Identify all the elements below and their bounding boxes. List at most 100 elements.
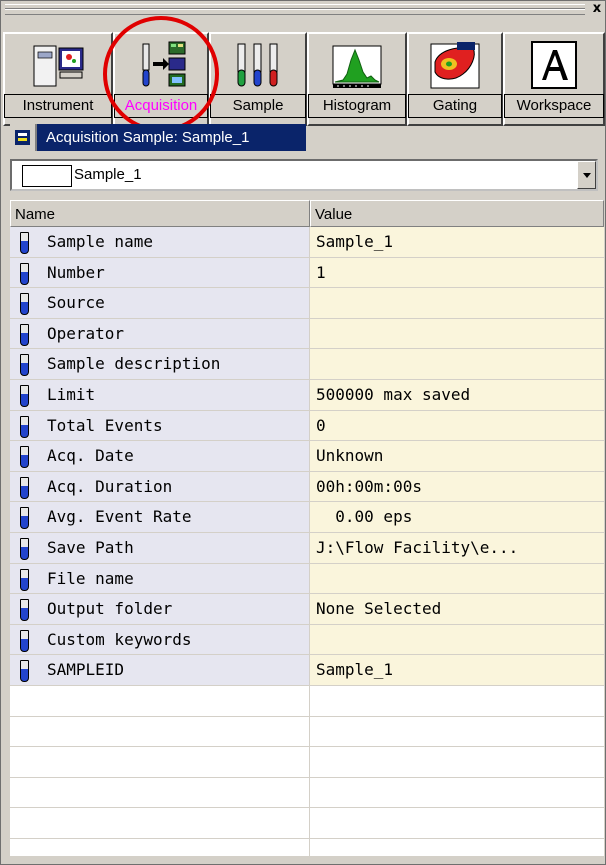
property-name-cell[interactable]: Custom keywords <box>10 624 310 656</box>
property-name-cell[interactable]: File name <box>10 563 310 595</box>
property-name-cell[interactable]: Number <box>10 257 310 289</box>
gating-icon <box>430 42 480 89</box>
table-row[interactable]: Custom keywords <box>10 624 604 656</box>
histogram-icon <box>332 45 382 88</box>
table-row[interactable]: Total Events 0 <box>10 410 604 442</box>
property-value-cell[interactable] <box>310 563 604 595</box>
panel-title-bar: Acquisition Sample: Sample_1 <box>10 124 306 151</box>
property-value-cell[interactable]: 500000 max saved <box>310 379 604 411</box>
test-tube-icon <box>20 293 29 316</box>
property-value-cell[interactable]: Unknown <box>310 441 604 472</box>
test-tube-icon <box>20 599 29 622</box>
empty-row <box>10 777 604 809</box>
property-value-cell[interactable]: 1 <box>310 257 604 289</box>
property-name-text: Operator <box>47 323 125 343</box>
acquisition-button-label: Acquisition <box>114 94 208 118</box>
grid-header: Name Value <box>10 200 604 227</box>
empty-row <box>10 685 604 717</box>
property-name-cell[interactable]: Acq. Date <box>10 441 310 472</box>
gating-button[interactable]: Gating <box>407 32 503 126</box>
table-row[interactable]: Acq. Date Unknown <box>10 441 604 472</box>
empty-row <box>10 838 604 856</box>
workspace-button[interactable]: Workspace <box>503 32 605 126</box>
property-name-cell[interactable]: SAMPLEID <box>10 655 310 686</box>
panel-icon <box>10 124 37 151</box>
test-tube-icon <box>20 568 29 591</box>
acquisition-icon <box>142 41 186 87</box>
column-header-name[interactable]: Name <box>10 200 310 227</box>
property-name-text: Avg. Event Rate <box>47 507 192 527</box>
close-icon[interactable]: x <box>590 2 604 15</box>
table-row[interactable]: Operator <box>10 318 604 350</box>
property-name-cell[interactable]: Limit <box>10 379 310 411</box>
property-value-cell[interactable]: J:\Flow Facility\e... <box>310 532 604 564</box>
property-value-cell[interactable]: Sample_1 <box>310 655 604 686</box>
empty-value-cell <box>310 808 604 839</box>
instrument-icon <box>33 45 84 87</box>
property-name-cell[interactable]: Avg. Event Rate <box>10 502 310 533</box>
table-row[interactable]: Sample description <box>10 349 604 380</box>
empty-value-cell <box>310 685 604 717</box>
empty-value-cell <box>310 747 604 778</box>
gating-button-label: Gating <box>408 94 502 118</box>
property-name-text: Sample description <box>47 354 221 374</box>
column-header-value[interactable]: Value <box>310 200 604 227</box>
property-value-cell[interactable] <box>310 318 604 350</box>
test-tube-icon <box>20 232 29 254</box>
property-name-cell[interactable]: Total Events <box>10 410 310 442</box>
grid-rows: Sample name Sample_1 Number 1 Source Operator… <box>10 227 604 856</box>
test-tube-icon <box>20 262 29 285</box>
property-name-cell[interactable]: Sample description <box>10 349 310 380</box>
property-value-cell[interactable]: 0 <box>310 410 604 442</box>
test-tube-icon <box>20 446 29 469</box>
toolbar: Instrument Acquisition Sample Histogram … <box>3 16 605 132</box>
property-name-text: Limit <box>47 384 96 404</box>
sample-selector-dropdown[interactable]: Sample_1 <box>10 159 598 191</box>
property-value-cell[interactable] <box>310 349 604 380</box>
table-row[interactable]: SAMPLEID Sample_1 <box>10 655 604 686</box>
property-value-cell[interactable]: 00h:00m:00s <box>310 471 604 503</box>
acquisition-button[interactable]: Acquisition <box>113 32 209 126</box>
property-name-text: Custom keywords <box>47 629 192 649</box>
table-row[interactable]: Sample name Sample_1 <box>10 227 604 258</box>
empty-name-cell <box>10 747 310 778</box>
empty-name-cell <box>10 685 310 717</box>
table-row[interactable]: File name <box>10 563 604 595</box>
table-row[interactable]: Limit 500000 max saved <box>10 379 604 411</box>
test-tube-icon <box>20 384 29 407</box>
sample-selector-value: Sample_1 <box>74 166 142 183</box>
empty-value-cell <box>310 777 604 809</box>
workspace-icon <box>531 41 577 89</box>
test-tube-icon <box>20 629 29 652</box>
property-value-cell[interactable]: Sample_1 <box>310 227 604 258</box>
panel-grip[interactable] <box>5 4 585 15</box>
property-value-cell[interactable] <box>310 624 604 656</box>
empty-name-cell <box>10 716 310 748</box>
histogram-button[interactable]: Histogram <box>307 32 407 126</box>
property-name-cell[interactable]: Output folder <box>10 594 310 625</box>
property-name-cell[interactable]: Sample name <box>10 227 310 258</box>
property-value-cell[interactable]: 0.00 eps <box>310 502 604 533</box>
table-row[interactable]: Save Path J:\Flow Facility\e... <box>10 532 604 564</box>
sample-color-swatch <box>22 165 72 187</box>
property-name-cell[interactable]: Operator <box>10 318 310 350</box>
chevron-down-icon[interactable] <box>577 161 596 189</box>
property-name-cell[interactable]: Acq. Duration <box>10 471 310 503</box>
property-name-text: Acq. Date <box>47 446 134 466</box>
property-value-cell[interactable] <box>310 288 604 319</box>
table-row[interactable]: Avg. Event Rate 0.00 eps <box>10 502 604 533</box>
instrument-button[interactable]: Instrument <box>3 32 113 126</box>
property-name-cell[interactable]: Save Path <box>10 532 310 564</box>
instrument-button-label: Instrument <box>4 94 112 118</box>
property-name-cell[interactable]: Source <box>10 288 310 319</box>
sample-button[interactable]: Sample <box>209 32 307 126</box>
table-row[interactable]: Source <box>10 288 604 319</box>
empty-row <box>10 716 604 748</box>
table-row[interactable]: Output folder None Selected <box>10 594 604 625</box>
property-value-cell[interactable]: None Selected <box>310 594 604 625</box>
table-row[interactable]: Acq. Duration 00h:00m:00s <box>10 471 604 503</box>
test-tube-icon <box>20 415 29 438</box>
panel-title: Acquisition Sample: Sample_1 <box>46 129 250 146</box>
property-name-text: Acq. Duration <box>47 476 173 496</box>
table-row[interactable]: Number 1 <box>10 257 604 289</box>
